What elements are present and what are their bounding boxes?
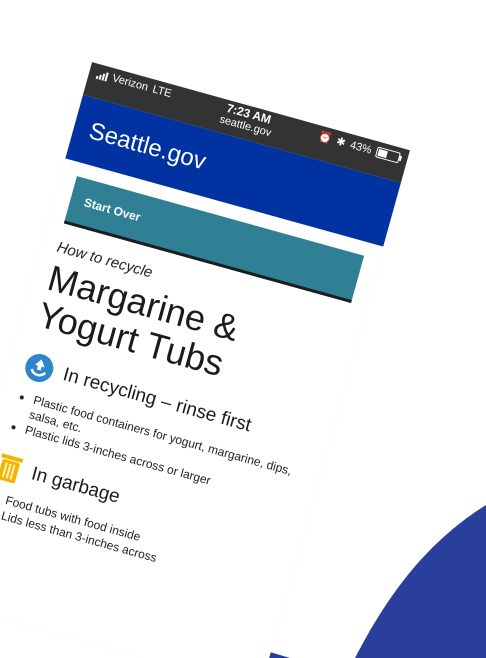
site-title-link[interactable]: Seattle.gov xyxy=(86,117,209,176)
scene: Verizon LTE 7:23 AM seattle.gov ⏰ ✱ 43% … xyxy=(0,0,486,658)
bluetooth-icon: ✱ xyxy=(334,135,347,150)
battery-fill xyxy=(377,148,389,159)
recycle-icon xyxy=(25,354,54,383)
trash-can-icon xyxy=(0,453,24,484)
